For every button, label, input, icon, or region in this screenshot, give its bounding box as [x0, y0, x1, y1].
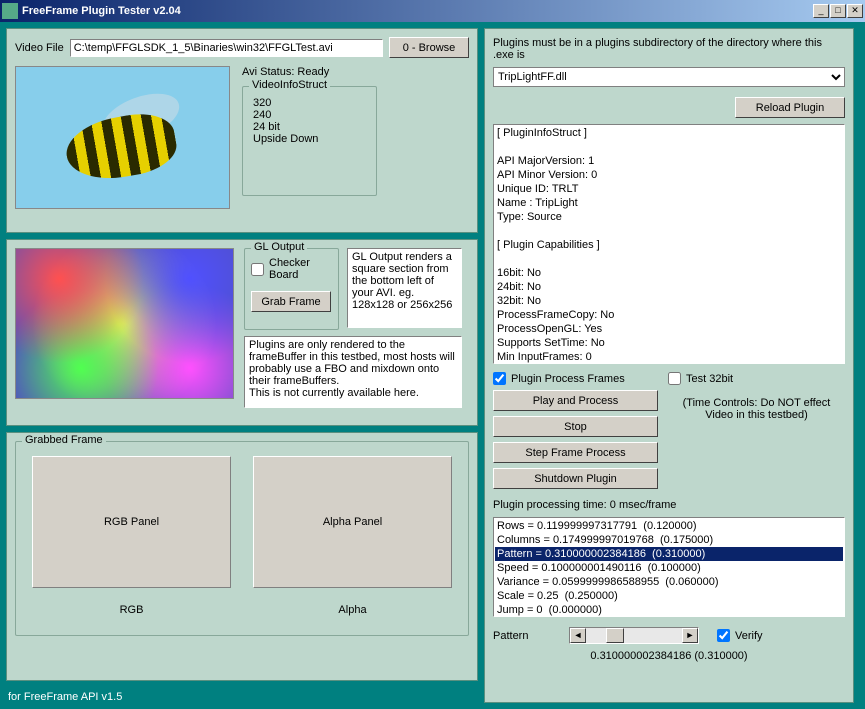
plugin-timing: Plugin processing time: 0 msec/frame	[493, 499, 845, 511]
shutdown-plugin-button[interactable]: Shutdown Plugin	[493, 468, 658, 489]
step-frame-button[interactable]: Step Frame Process	[493, 442, 658, 463]
grabbed-title: Grabbed Frame	[22, 434, 106, 446]
plugin-select[interactable]: TripLightFF.dll	[493, 67, 845, 87]
param-row[interactable]: Variance = 0.0599999986588955 (0.060000)	[495, 575, 843, 589]
alpha-label: Alpha	[253, 604, 452, 616]
gl-help-text: GL Output renders a square section from …	[347, 248, 462, 328]
reload-plugin-button[interactable]: Reload Plugin	[735, 97, 845, 118]
gl-note-text: Plugins are only rendered to the frameBu…	[244, 336, 462, 408]
app-icon	[2, 3, 18, 19]
stop-button[interactable]: Stop	[493, 416, 658, 437]
param-value-display: 0.310000002384186 (0.310000)	[493, 650, 845, 662]
play-process-button[interactable]: Play and Process	[493, 390, 658, 411]
videoinfo-title: VideoInfoStruct	[249, 79, 330, 91]
titlebar: FreeFrame Plugin Tester v2.04 _ □ ✕	[0, 0, 865, 22]
videoinfo-w: 320	[253, 97, 366, 109]
time-controls-note: (Time Controls: Do NOT effect Video in t…	[668, 397, 845, 421]
video-file-input[interactable]	[70, 39, 383, 57]
plugin-info-list[interactable]: [ PluginInfoStruct ] API MajorVersion: 1…	[493, 124, 845, 364]
minimize-button[interactable]: _	[813, 4, 829, 18]
avi-status: Avi Status: Ready	[242, 66, 469, 78]
videoinfo-ud: Upside Down	[253, 133, 366, 145]
gl-panel: GL Output Checker Board Grab Frame GL Ou…	[6, 239, 478, 426]
test32bit-checkbox[interactable]: Test 32bit	[668, 372, 845, 385]
browse-button[interactable]: 0 - Browse	[389, 37, 469, 58]
plugin-params-list[interactable]: Rows = 0.119999997317791 (0.120000)Colum…	[493, 517, 845, 617]
rgb-panel-placeholder: RGB Panel	[32, 456, 231, 588]
checker-board-checkbox[interactable]: Checker Board	[251, 257, 332, 281]
slider-label: Pattern	[493, 630, 563, 642]
verify-checkbox[interactable]: Verify	[717, 629, 763, 642]
close-button[interactable]: ✕	[847, 4, 863, 18]
window-title: FreeFrame Plugin Tester v2.04	[22, 5, 813, 17]
grabbed-panel: Grabbed Frame RGB Panel RGB Alpha Panel …	[6, 432, 478, 681]
plugins-panel: Plugins must be in a plugins subdirector…	[484, 28, 854, 703]
param-row[interactable]: Rows = 0.119999997317791 (0.120000)	[495, 519, 843, 533]
process-frames-checkbox[interactable]: Plugin Process Frames	[493, 372, 658, 385]
param-row[interactable]: Scale = 0.25 (0.250000)	[495, 589, 843, 603]
slider-right-icon[interactable]: ►	[682, 628, 698, 643]
videoinfo-bit: 24 bit	[253, 121, 366, 133]
footer-text: for FreeFrame API v1.5	[6, 687, 478, 703]
gl-output-title: GL Output	[251, 241, 307, 253]
slider-left-icon[interactable]: ◄	[570, 628, 586, 643]
param-row[interactable]: Speed = 0.100000001490116 (0.100000)	[495, 561, 843, 575]
param-slider[interactable]: ◄ ►	[569, 627, 699, 644]
param-row[interactable]: Columns = 0.174999997019768 (0.175000)	[495, 533, 843, 547]
param-row[interactable]: Jump = 0 (0.000000)	[495, 603, 843, 617]
grab-frame-button[interactable]: Grab Frame	[251, 291, 331, 312]
plugins-hint: Plugins must be in a plugins subdirector…	[493, 37, 845, 61]
videoinfo-h: 240	[253, 109, 366, 121]
video-panel: Video File 0 - Browse Avi Status: Ready …	[6, 28, 478, 233]
alpha-panel-placeholder: Alpha Panel	[253, 456, 452, 588]
maximize-button[interactable]: □	[830, 4, 846, 18]
video-file-label: Video File	[15, 42, 64, 54]
video-preview	[15, 66, 230, 209]
param-row[interactable]: Pattern = 0.310000002384186 (0.310000)	[495, 547, 843, 561]
gl-preview	[15, 248, 234, 399]
rgb-label: RGB	[32, 604, 231, 616]
